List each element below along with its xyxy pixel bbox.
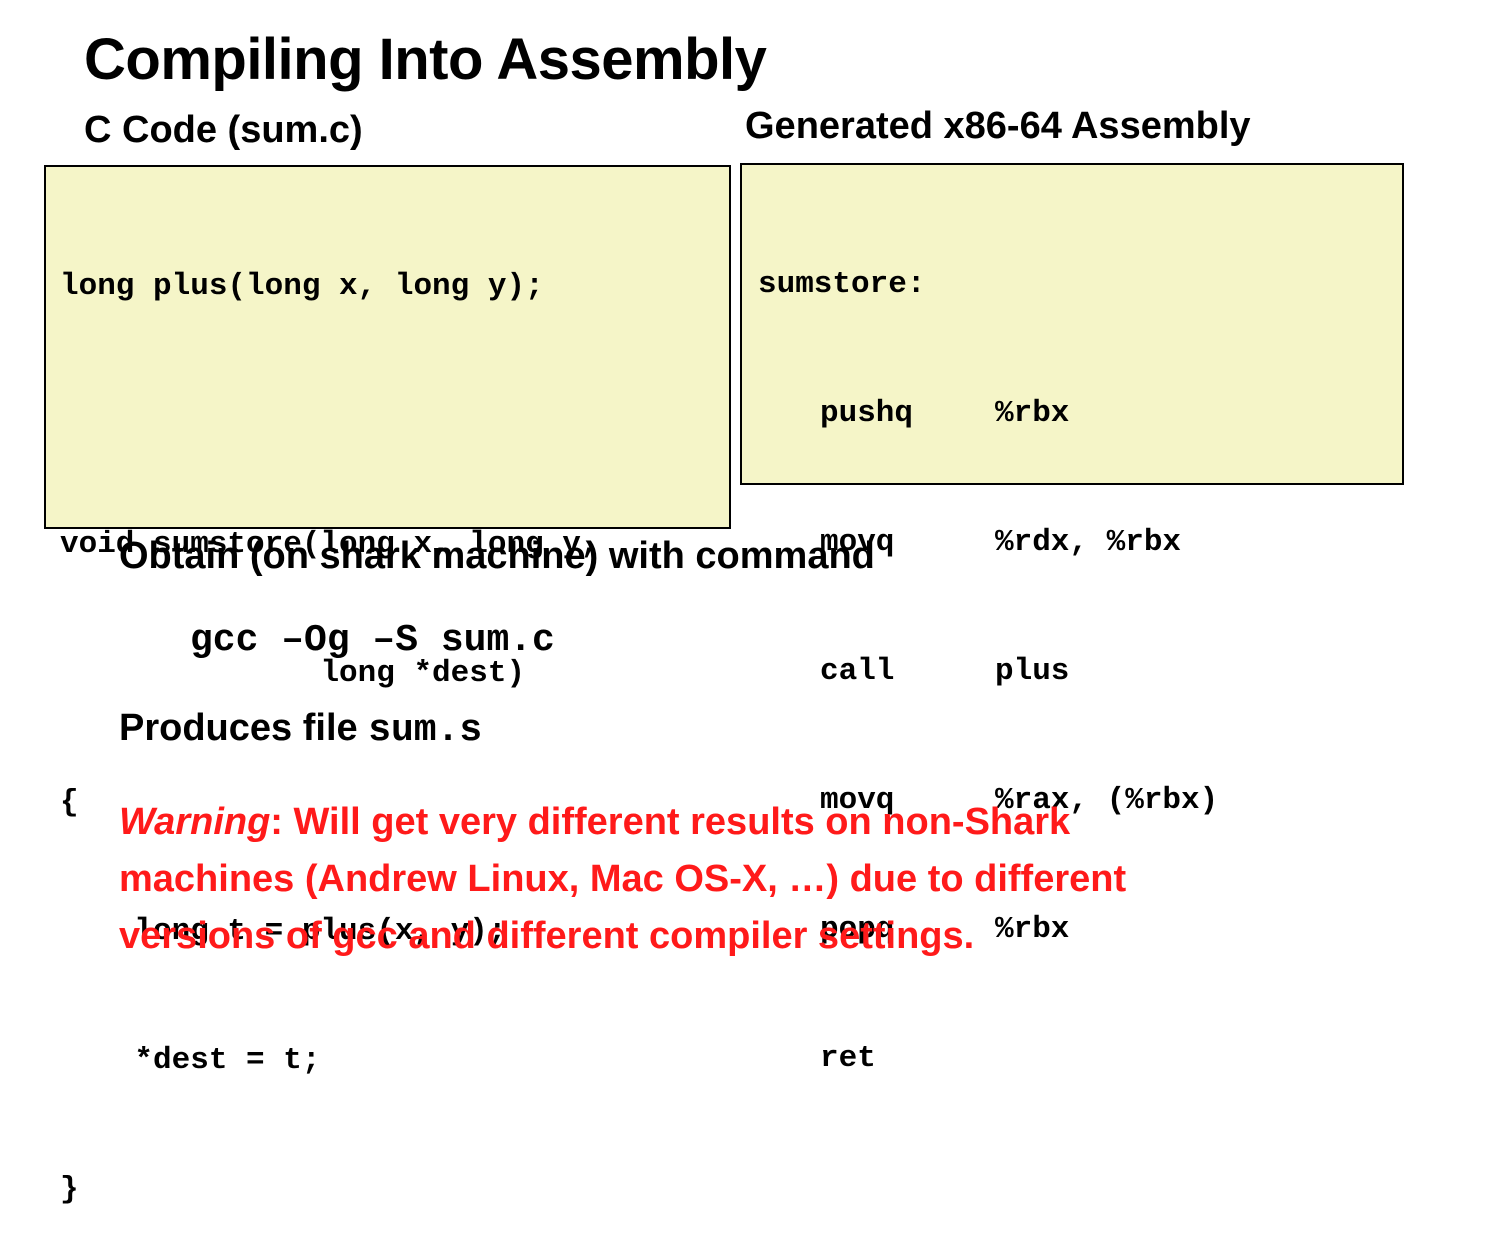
- asm-operands: %rdx, %rbx: [995, 525, 1182, 560]
- asm-opcode: ret: [820, 1041, 876, 1076]
- asm-opcode: call: [820, 654, 895, 689]
- warning-line-2: machines (Andrew Linux, Mac OS-X, …) due…: [119, 858, 1127, 900]
- c-code-line: long plus(long x, long y);: [60, 269, 544, 304]
- page-title: Compiling Into Assembly: [84, 27, 767, 92]
- asm-opcode: pushq: [820, 396, 914, 431]
- asm-operands: %rbx: [995, 396, 1070, 431]
- warning-line: Warning: Will get very different results…: [119, 794, 1299, 851]
- assembly-function-label: sumstore:: [758, 267, 926, 302]
- warning-line-3: versions of gcc and different compiler s…: [119, 915, 975, 957]
- c-code-box: long plus(long x, long y); void sumstore…: [44, 165, 731, 1207]
- warning-label: Warning: [119, 801, 271, 843]
- produces-file-text: Produces file sum.s: [119, 707, 483, 752]
- output-filename: sum.s: [368, 709, 483, 752]
- c-code-line: }: [60, 1172, 79, 1207]
- assembly-code-box: sumstore: pushq %rbx movq %rdx, %rbx call p…: [740, 163, 1404, 1076]
- c-code-line: *dest = t;: [60, 1043, 321, 1078]
- obtain-instruction: Obtain (on shark machine) with command: [119, 535, 875, 577]
- warning-line-1: : Will get very different results on non…: [270, 801, 1071, 843]
- c-code-label: C Code (sum.c): [84, 109, 363, 151]
- assembly-instruction: ret: [758, 1037, 1402, 1080]
- assembly-instruction: pushq %rbx: [758, 392, 1402, 435]
- produces-prefix: Produces file: [119, 707, 369, 749]
- assembly-instruction: call plus: [758, 650, 1402, 693]
- gcc-command: gcc –Og –S sum.c: [190, 619, 555, 662]
- asm-operands: plus: [995, 654, 1070, 689]
- assembly-label: Generated x86-64 Assembly: [745, 105, 1251, 147]
- c-code-line: [60, 394, 729, 437]
- warning-text: Warning: Will get very different results…: [119, 794, 1299, 965]
